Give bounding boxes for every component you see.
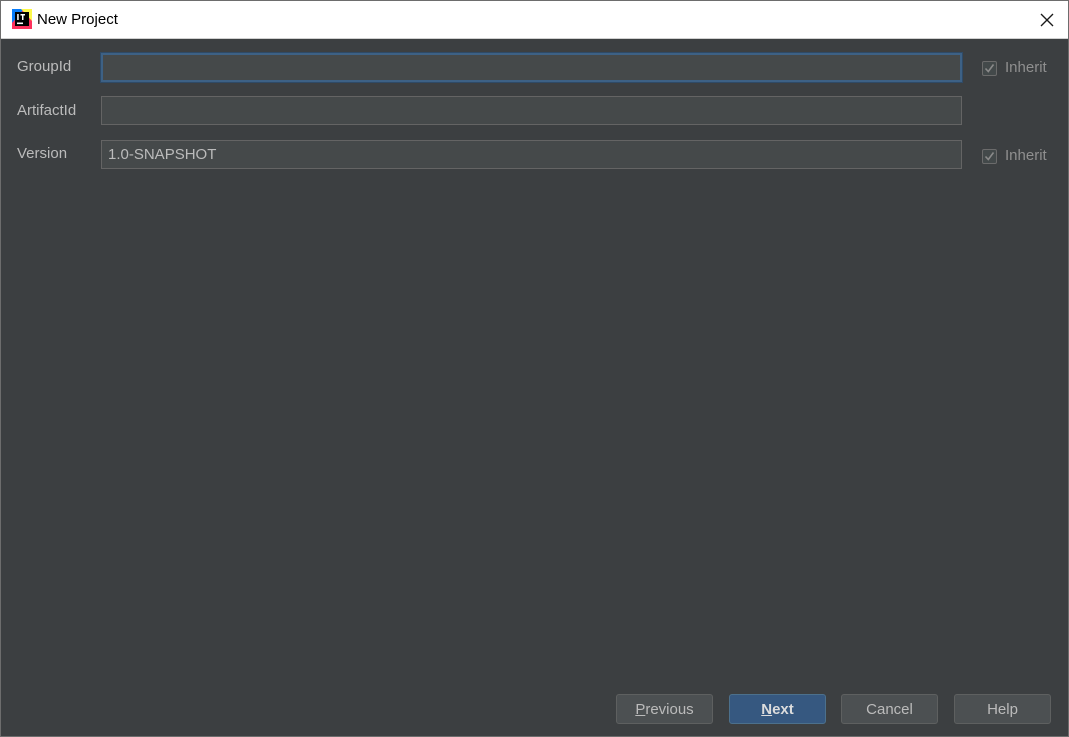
help-button[interactable]: Help [954, 694, 1051, 724]
previous-button[interactable]: Previous [616, 694, 713, 724]
inherit-label: Inherit [1005, 147, 1047, 164]
checkbox-box[interactable] [982, 148, 997, 164]
version-label: Version [17, 145, 68, 162]
dialog-content: GroupId Inherit ArtifactId Version Inher… [1, 39, 1068, 736]
close-button[interactable] [1026, 1, 1068, 38]
intellij-idea-icon [12, 9, 32, 29]
artifact-id-label: ArtifactId [17, 102, 77, 119]
group-id-label: GroupId [17, 58, 72, 75]
version-field[interactable] [101, 140, 962, 169]
checkbox-box[interactable] [982, 60, 997, 76]
next-label-rest: ext [772, 700, 794, 718]
previous-mnemonic: P [635, 700, 646, 718]
group-id-field[interactable] [101, 53, 962, 82]
inherit-label: Inherit [1005, 59, 1047, 76]
next-mnemonic: N [761, 700, 773, 718]
artifact-id-field[interactable] [101, 96, 962, 125]
previous-label-rest: revious [645, 700, 694, 718]
dialog-title: New Project [37, 11, 118, 28]
close-icon [1040, 13, 1054, 26]
checkmark-icon [984, 151, 995, 161]
cancel-button[interactable]: Cancel [841, 694, 938, 724]
next-button[interactable]: Next [729, 694, 826, 724]
checkmark-icon [984, 63, 995, 73]
new-project-dialog: New Project GroupId Inherit ArtifactId V… [0, 0, 1069, 737]
version-inherit-checkbox[interactable]: Inherit [982, 146, 1047, 166]
title-bar: New Project [1, 1, 1068, 39]
group-id-inherit-checkbox[interactable]: Inherit [982, 58, 1047, 78]
